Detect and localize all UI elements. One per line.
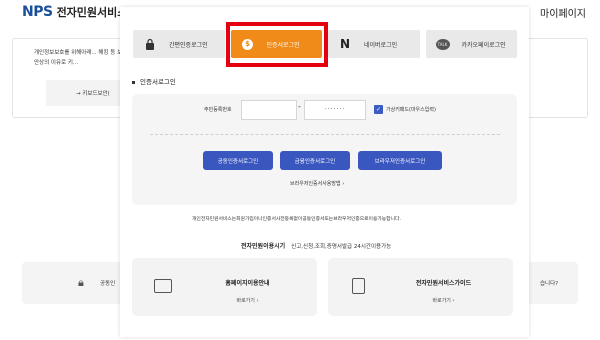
background-right-label: 습니다?: [540, 281, 559, 287]
section-title: 인증서로그인: [132, 76, 176, 86]
logo-text: 전자민원서비스: [56, 6, 128, 19]
card-link[interactable]: 바로가기 ›: [132, 297, 317, 304]
background-notice-text: 개인정보보호를 위해아래... 해킹 등 보안상의 이유로 키...: [34, 50, 123, 66]
service-hours-title: 전자민원이용시기: [241, 243, 286, 250]
service-notice: 개인전자민원서비스는회원가입이나인증서사전등록없이공동인증서또는브라우저인증으로…: [192, 217, 401, 222]
rrn-label: 주민등록번호: [204, 107, 232, 113]
rrn-front-input[interactable]: [241, 100, 297, 120]
tab-label: 간편인증로그인: [169, 41, 208, 49]
virtual-keyboard-label: 가상키패드(마우스입력): [386, 107, 436, 113]
service-hours-text: 신고,신청,조회,증명서발급 24시간이용가능: [291, 244, 392, 250]
bullet-square-icon: [132, 80, 135, 84]
background-gong-label: 공동인: [100, 281, 116, 287]
virtual-keyboard-checkbox[interactable]: ✓: [374, 105, 383, 114]
keyboard-security-button[interactable]: → 키보드보안(: [46, 80, 126, 106]
service-hours: 전자민원이용시기 신고,신청,조회,증명서발급 24시간이용가능: [241, 241, 391, 250]
kakao-icon: TALK: [435, 37, 450, 51]
naver-icon: N: [338, 37, 352, 51]
rrn-dash: -: [298, 102, 301, 111]
rrn-back-input[interactable]: ·······: [304, 100, 366, 120]
highlight-annotation: [226, 22, 328, 67]
browser-certificate-login-button[interactable]: 브라우저인증서로그인: [358, 151, 442, 170]
eservice-guide-card[interactable]: 전자민원서비스가이드 바로가기 ›: [328, 258, 513, 316]
card-title: 전자민원서비스가이드: [415, 280, 472, 287]
homepage-guide-card[interactable]: 홈페이지이용안내 바로가기 ›: [132, 258, 317, 316]
card-title: 홈페이지이용안내: [225, 280, 270, 287]
naver-glyph: N: [339, 37, 351, 51]
kakao-glyph: TALK: [435, 38, 450, 50]
lock-icon: 🔒︎: [78, 276, 84, 289]
tab-naver-login[interactable]: N 네이버로그인: [328, 30, 420, 58]
financial-certificate-login-button[interactable]: 금융인증서로그인: [280, 151, 350, 170]
mypage-link[interactable]: 마이페이지: [540, 5, 586, 20]
tab-simple-auth-login[interactable]: 간편인증로그인: [133, 30, 225, 58]
tab-label: 네이버로그인: [364, 41, 398, 49]
browser-cert-guide-link[interactable]: 브라우저인증서사용방법 ›: [290, 180, 344, 187]
tab-label: 카카오페이로그인: [461, 41, 506, 49]
nps-logo[interactable]: NPS 전자민원서비스: [22, 4, 127, 20]
logo-mark: NPS: [22, 4, 53, 20]
lock-icon: [143, 37, 157, 51]
card-link[interactable]: 바로가기 ›: [328, 297, 513, 304]
divider: [150, 134, 500, 135]
tab-kakaopay-login[interactable]: TALK 카카오페이로그인: [425, 30, 517, 58]
joint-certificate-login-button[interactable]: 공동인증서로그인: [203, 151, 273, 170]
